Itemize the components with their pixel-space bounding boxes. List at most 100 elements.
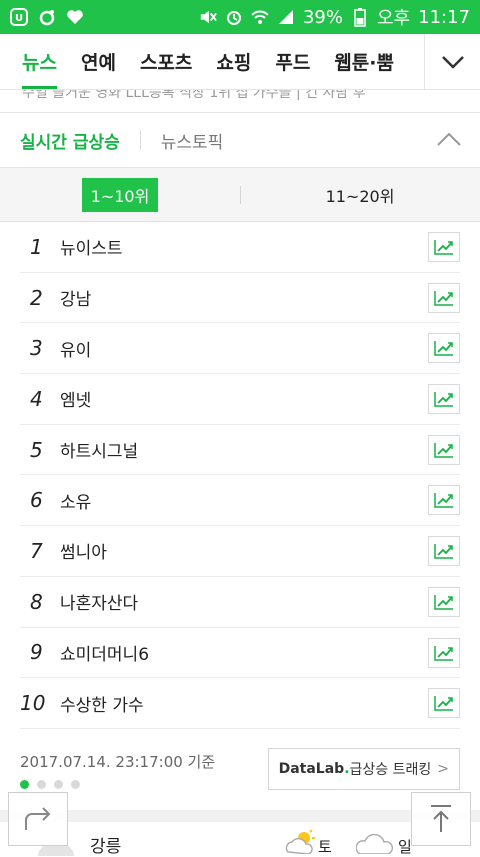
heart-notification-icon	[66, 8, 84, 26]
realtime-title[interactable]: 실시간 급상승	[20, 128, 120, 153]
range-tab-1-10[interactable]: 1~10위	[0, 177, 240, 212]
rank-number: 7	[30, 538, 43, 563]
tab-webtoon[interactable]: 웹툰·뿜	[334, 34, 394, 89]
rank-number: 9	[30, 640, 43, 665]
ticker-text: 수일 즐거운 영화 LLL등록 직장 1위 집 가수들 | 건 사람 후	[22, 90, 366, 101]
share-icon	[25, 807, 51, 830]
rank-number: 3	[30, 336, 43, 361]
tab-shopping[interactable]: 쇼핑	[216, 34, 251, 89]
rank-number: 8	[30, 589, 43, 614]
page-indicator	[20, 780, 80, 789]
rank-range-tabs: 1~10위 11~20위	[0, 168, 480, 222]
range-tab-11-20[interactable]: 11~20위	[240, 183, 480, 207]
rank-number: 5	[30, 437, 43, 462]
section-gap	[0, 810, 480, 822]
trend-chart-icon	[434, 544, 453, 559]
page-dot[interactable]	[71, 780, 80, 789]
collapse-button[interactable]	[436, 127, 462, 157]
keyword[interactable]: 쇼미더머니6	[60, 640, 149, 665]
weather-day-2: 일	[398, 838, 412, 856]
keyword[interactable]: 뉴이스트	[60, 234, 123, 259]
list-item[interactable]: 1 뉴이스트	[20, 222, 460, 273]
news-topic-tab[interactable]: 뉴스토픽	[161, 128, 224, 153]
battery-icon	[351, 8, 369, 27]
trend-chart-icon	[434, 341, 453, 357]
chevron-up-icon	[437, 132, 461, 146]
page-dot[interactable]	[37, 780, 46, 789]
trend-chart-icon	[434, 442, 453, 458]
status-ampm: 오후	[377, 8, 411, 29]
weather-city: 강릉	[90, 837, 122, 857]
keyword[interactable]: 수상한 가수	[60, 691, 144, 716]
page-dot[interactable]	[54, 780, 63, 789]
keyword[interactable]: 강남	[60, 285, 91, 310]
trend-chart-icon	[434, 240, 453, 255]
list-item[interactable]: 6 소유	[20, 475, 460, 527]
trend-chart-button[interactable]	[428, 333, 460, 364]
list-item[interactable]: 4 엠넷	[20, 374, 460, 425]
keyword[interactable]: 하트시그널	[60, 437, 138, 462]
datalab-tracking-button[interactable]: DataLab. 급상승 트래킹 >	[267, 748, 460, 790]
trend-chart-button[interactable]	[428, 536, 460, 567]
rank-number: 6	[30, 488, 43, 513]
ranking-timestamp: 2017.07.14. 23:17:00 기준	[20, 752, 216, 771]
weather-day-1: 토	[318, 838, 332, 856]
chevron-down-icon	[441, 56, 464, 69]
ranking-list: 1 뉴이스트 2 강남 3 유이 4 엠넷 5 하트시그널 6 소유 7 썸니아…	[0, 222, 480, 729]
scroll-top-button[interactable]	[411, 792, 471, 846]
trend-chart-icon	[434, 392, 453, 407]
trend-chart-button[interactable]	[428, 232, 460, 262]
tab-entertainment[interactable]: 연예	[81, 34, 116, 89]
list-item[interactable]: 8 나혼자산다	[20, 577, 460, 628]
mute-icon	[199, 8, 217, 26]
list-item[interactable]: 10 수상한 가수	[20, 678, 460, 729]
weather-strip[interactable]: 강릉 토 일	[0, 822, 480, 857]
news-ticker[interactable]: 수일 즐거운 영화 LLL등록 직장 1위 집 가수들 | 건 사람 후	[0, 90, 480, 112]
tab-food[interactable]: 푸드	[275, 34, 310, 89]
rank-number: 1	[30, 234, 43, 259]
battery-percent: 39%	[302, 6, 343, 28]
keyword[interactable]: 유이	[60, 336, 91, 361]
rank-number: 10	[20, 691, 46, 716]
trend-chart-button[interactable]	[428, 282, 460, 313]
trend-chart-button[interactable]	[428, 637, 460, 668]
list-item[interactable]: 3 유이	[20, 323, 460, 375]
wifi-icon	[251, 8, 269, 26]
range-divider	[240, 186, 241, 204]
keyword[interactable]: 썸니아	[60, 538, 107, 563]
trend-chart-icon	[434, 696, 453, 711]
tab-sports[interactable]: 스포츠	[140, 34, 192, 89]
status-time: 11:17	[418, 6, 470, 28]
keyword[interactable]: 나혼자산다	[60, 589, 138, 614]
keyword[interactable]: 엠넷	[60, 386, 91, 411]
trend-chart-button[interactable]	[428, 384, 460, 415]
signal-icon	[277, 8, 295, 26]
list-item[interactable]: 9 쇼미더머니6	[20, 628, 460, 679]
trend-chart-button[interactable]	[428, 688, 460, 719]
rank-number: 2	[30, 285, 43, 310]
share-button[interactable]	[8, 792, 68, 846]
trend-chart-button[interactable]	[428, 485, 460, 516]
tab-news[interactable]: 뉴스	[22, 34, 57, 89]
circle-notification-icon	[38, 8, 56, 26]
cloud-icon	[356, 833, 394, 854]
keyword[interactable]: 소유	[60, 488, 91, 513]
rank-number: 4	[30, 386, 43, 411]
category-nav: 뉴스 연예 스포츠 쇼핑 푸드 웹툰·뿜	[0, 34, 480, 90]
arrow-up-icon	[431, 805, 451, 832]
alarm-icon	[225, 8, 243, 26]
trend-chart-icon	[434, 645, 453, 661]
more-categories-button[interactable]	[424, 34, 480, 90]
trend-chart-button[interactable]	[428, 586, 460, 617]
trend-chart-button[interactable]	[428, 434, 460, 465]
datalab-label: 급상승 트래킹	[349, 762, 432, 778]
trend-chart-icon	[434, 594, 453, 610]
list-item[interactable]: 5 하트시그널	[20, 425, 460, 476]
list-item[interactable]: 2 강남	[20, 273, 460, 324]
chevron-right-icon: >	[437, 761, 449, 777]
list-item[interactable]: 7 썸니아	[20, 526, 460, 577]
page-dot-active[interactable]	[20, 780, 29, 789]
trend-chart-icon	[434, 290, 453, 306]
app-notification-icon: U	[10, 8, 28, 26]
svg-text:U: U	[15, 13, 23, 24]
